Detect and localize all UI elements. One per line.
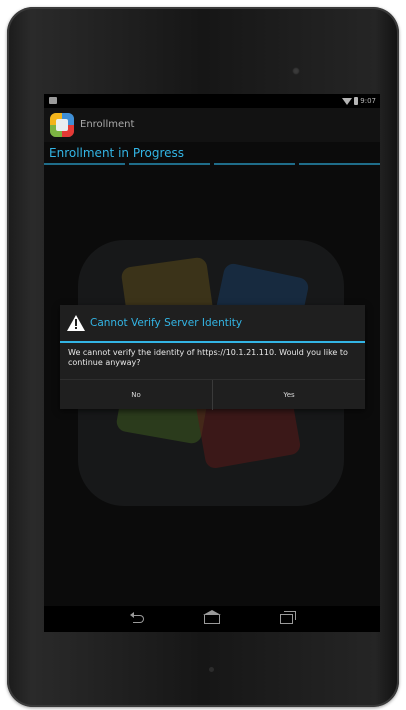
no-button[interactable]: No (60, 380, 212, 410)
recents-button[interactable] (275, 611, 297, 626)
wifi-icon (342, 97, 353, 105)
dialog-title-divider (60, 341, 365, 343)
status-right: 9:07 (342, 96, 376, 106)
back-button[interactable] (127, 612, 149, 626)
divider-segment (214, 163, 295, 165)
device-screen: 9:07 Enrollment Enrollment in Progress C… (44, 94, 380, 632)
dialog-title: Cannot Verify Server Identity (90, 317, 243, 329)
status-time: 9:07 (360, 97, 376, 105)
subtitle-divider (44, 163, 380, 165)
recents-icon (279, 611, 296, 624)
home-icon (203, 609, 221, 624)
action-bar: Enrollment (44, 108, 380, 142)
yes-button[interactable]: Yes (212, 380, 365, 410)
home-button[interactable] (201, 609, 223, 626)
dialog-message: We cannot verify the identity of https:/… (68, 348, 348, 367)
front-camera (292, 67, 300, 75)
divider-segment (44, 163, 125, 165)
navigation-bar (44, 606, 380, 632)
status-bar: 9:07 (44, 94, 380, 108)
tablet-device: 9:07 Enrollment Enrollment in Progress C… (7, 7, 399, 707)
battery-icon (354, 97, 359, 105)
divider-segment (129, 163, 210, 165)
dialog-button-bar: No Yes (60, 379, 365, 410)
device-speaker (209, 667, 214, 672)
notification-icon (49, 97, 57, 104)
verify-server-dialog: Cannot Verify Server Identity We cannot … (60, 305, 365, 410)
dialog-header: Cannot Verify Server Identity (60, 305, 365, 341)
page-subtitle: Enrollment in Progress (49, 146, 185, 160)
warning-icon (67, 315, 85, 331)
divider-segment (299, 163, 380, 165)
back-icon (129, 612, 144, 623)
app-logo-icon[interactable] (50, 113, 74, 137)
action-bar-title: Enrollment (80, 119, 135, 130)
logo-core (56, 119, 68, 131)
